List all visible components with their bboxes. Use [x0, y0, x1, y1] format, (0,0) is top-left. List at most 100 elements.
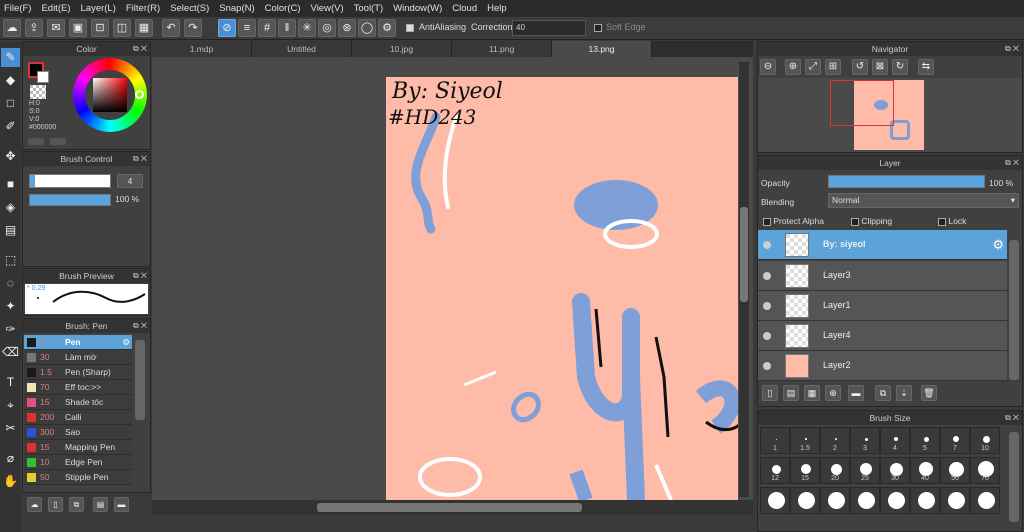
tab-13-png[interactable]: 13.png	[552, 41, 652, 57]
layer-row[interactable]: Layer4	[758, 321, 1007, 351]
brush-size-cell[interactable]: 15	[790, 457, 820, 484]
gear-icon[interactable]: ⚙	[122, 335, 130, 350]
brush-size-cell[interactable]: 3	[850, 427, 880, 454]
select-pen-tool-icon[interactable]: ✑	[1, 320, 20, 339]
pen-tool-icon[interactable]: ✐	[1, 117, 20, 136]
brush-size-cell[interactable]: 2	[820, 427, 850, 454]
brush-size-cell[interactable]: 20	[820, 457, 850, 484]
cloud-brush-icon[interactable]: ☁	[27, 497, 42, 512]
brush-size-scrollbar[interactable]	[1009, 432, 1019, 522]
add-layer-dropdown-icon[interactable]: ⊕	[825, 385, 841, 401]
hue-wheel[interactable]	[73, 58, 147, 132]
zoom-out-icon[interactable]: ⊖	[760, 59, 776, 75]
brush-size-cell[interactable]	[820, 487, 850, 514]
layer-row[interactable]: Layer1	[758, 291, 1007, 321]
brush-item[interactable]: 300 Sao	[24, 425, 132, 440]
menu-snap[interactable]: Snap(N)	[215, 3, 260, 14]
chat-icon[interactable]: ✉	[47, 19, 65, 37]
delete-layer-icon[interactable]: 🗑	[921, 385, 937, 401]
brush-item[interactable]: 10 Edge Pen	[24, 455, 132, 470]
rect-tool-icon[interactable]: □	[1, 94, 20, 113]
select-eraser-tool-icon[interactable]: ⌫	[1, 343, 20, 362]
snap-ellipse-icon[interactable]: ◯	[358, 19, 376, 37]
brush-size-cell[interactable]	[790, 487, 820, 514]
snap-circle-icon[interactable]: ◎	[318, 19, 336, 37]
brush-size-cell[interactable]: 4	[880, 427, 910, 454]
transparent-swatch[interactable]	[30, 85, 46, 99]
brush-item[interactable]: 200 Calli	[24, 410, 132, 425]
brush-item[interactable]: 1.5 Pen (Sharp)	[24, 365, 132, 380]
zoom-in-icon[interactable]: ⊕	[785, 59, 801, 75]
brush-item-pen[interactable]: 4 Pen ⚙	[24, 335, 132, 350]
brush-list-scrollbar[interactable]	[135, 340, 145, 420]
snap-curve-icon[interactable]: ⊛	[338, 19, 356, 37]
folder-icon[interactable]: ▬	[114, 497, 129, 512]
bucket-tool-icon[interactable]: ◈	[1, 198, 20, 217]
layer-row-by-siyeol[interactable]: By: siyeol ⚙	[758, 230, 1007, 260]
merge-layer-icon[interactable]: ⇣	[896, 385, 912, 401]
magic-wand-tool-icon[interactable]: ✦	[1, 297, 20, 316]
brush-size-cell[interactable]: 7	[940, 427, 970, 454]
brush-size-cell[interactable]: 1.5	[790, 427, 820, 454]
layer-folder-icon[interactable]: ▬	[848, 385, 864, 401]
brush-size-cell[interactable]: 10	[970, 427, 1000, 454]
brush-opacity-slider[interactable]	[29, 194, 111, 206]
export-icon[interactable]: ⇪	[25, 19, 43, 37]
save-icon[interactable]: ▣	[69, 19, 87, 37]
brush-item[interactable]: 70 Eff toc:>>	[24, 380, 132, 395]
select-rect-tool-icon[interactable]: ⬚	[1, 251, 20, 270]
operation-tool-icon[interactable]: ⌖	[1, 396, 20, 415]
antialiasing-checkbox[interactable]	[406, 22, 414, 32]
hand-tool-icon[interactable]: ✋	[1, 472, 20, 491]
menu-view[interactable]: View(V)	[307, 3, 350, 14]
visibility-eye-icon[interactable]	[763, 362, 771, 370]
grid-icon[interactable]: ▦	[135, 19, 153, 37]
layer-row[interactable]: Layer3	[758, 261, 1007, 291]
layer-opacity-slider[interactable]	[828, 175, 985, 188]
actual-size-icon[interactable]: ⊞	[825, 59, 841, 75]
brush-size-cell[interactable]: 30	[880, 457, 910, 484]
new-brush-icon[interactable]: ▯	[48, 497, 63, 512]
move-tool-icon[interactable]: ✥	[1, 147, 20, 166]
brush-item[interactable]: 30 Làm mờ	[24, 350, 132, 365]
brush-size-cell[interactable]	[910, 487, 940, 514]
reset-view-icon[interactable]: ⊠	[872, 59, 888, 75]
horizontal-scrollbar[interactable]	[152, 500, 753, 515]
correction-select[interactable]: 40	[512, 20, 586, 36]
blending-select[interactable]: Normal ▾	[828, 193, 1019, 208]
undo-icon[interactable]: ↶	[162, 19, 180, 37]
brush-size-cell[interactable]: 1	[760, 427, 790, 454]
brush-size-cell[interactable]: 5	[910, 427, 940, 454]
brush-settings-icon[interactable]: ▤	[93, 497, 108, 512]
crop-icon[interactable]: ◫	[113, 19, 131, 37]
hue-picker-handle[interactable]	[135, 90, 144, 99]
rotate-left-icon[interactable]: ↺	[852, 59, 868, 75]
brush-size-slider[interactable]	[29, 174, 111, 188]
brush-size-cell[interactable]	[880, 487, 910, 514]
rotate-right-icon[interactable]: ↻	[892, 59, 908, 75]
brush-item[interactable]: 15 Shade tóc	[24, 395, 132, 410]
snap-settings-icon[interactable]: ⚙	[378, 19, 396, 37]
new-layer-1bit-icon[interactable]: ▦	[804, 385, 820, 401]
visibility-eye-icon[interactable]	[763, 241, 771, 249]
menu-select[interactable]: Select(S)	[166, 3, 215, 14]
snap-parallel-icon[interactable]: ≡	[238, 19, 256, 37]
brush-size-value[interactable]: 4	[117, 174, 143, 188]
menu-cloud[interactable]: Cloud	[448, 3, 483, 14]
saturation-value-square[interactable]	[93, 78, 127, 112]
layer-row[interactable]: Layer2	[758, 351, 1007, 381]
brush-tool-icon[interactable]: ✎	[1, 48, 20, 67]
brush-size-cell[interactable]	[940, 487, 970, 514]
color-mode-button[interactable]	[28, 138, 44, 145]
duplicate-layer-icon[interactable]: ⧉	[875, 385, 891, 401]
cloud-icon[interactable]: ☁	[3, 19, 21, 37]
menu-tool[interactable]: Tool(T)	[350, 3, 390, 14]
brush-size-cell[interactable]: 25	[850, 457, 880, 484]
snap-vanish-icon[interactable]: ‖	[278, 19, 296, 37]
snap-radial-icon[interactable]: ✳	[298, 19, 316, 37]
snap-off-icon[interactable]: ⊘	[218, 19, 236, 37]
eyedropper-tool-icon[interactable]: ⌀	[1, 449, 20, 468]
fit-window-icon[interactable]: ⤢	[805, 59, 821, 75]
fill-rect-tool-icon[interactable]: ■	[1, 175, 20, 194]
tab-untitled[interactable]: Untitled	[252, 41, 352, 57]
